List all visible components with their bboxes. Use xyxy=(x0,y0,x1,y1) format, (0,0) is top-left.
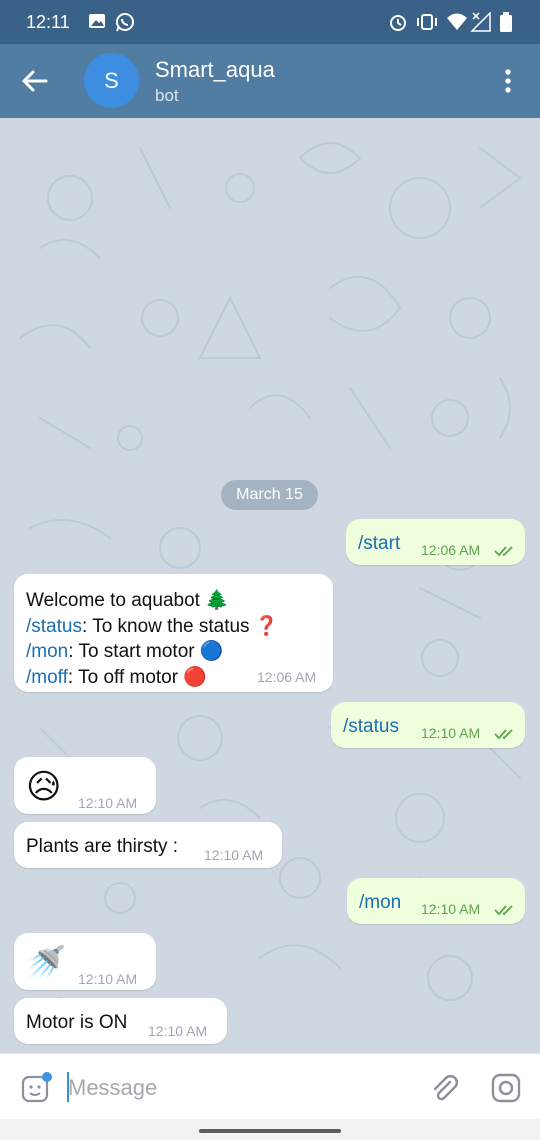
message-line: /status: To know the status ❓ xyxy=(26,614,279,640)
outgoing-message[interactable]: /status 12:10 AM xyxy=(331,702,525,748)
message-text: Plants are thirsty : xyxy=(26,836,179,857)
message-composer xyxy=(0,1053,540,1119)
command-link[interactable]: /status xyxy=(343,716,399,738)
alarm-icon xyxy=(390,15,406,31)
incoming-message[interactable]: Motor is ON 12:10 AM xyxy=(14,998,227,1044)
message-time: 12:06 AM xyxy=(421,542,481,558)
shower-emoji: 🚿 xyxy=(26,943,66,981)
battery-icon xyxy=(500,12,512,32)
incoming-message[interactable]: Plants are thirsty : 12:10 AM xyxy=(14,822,282,868)
message-time: 12:06 AM xyxy=(257,669,317,685)
whatsapp-notification-icon xyxy=(116,13,134,32)
chat-subtitle: bot xyxy=(155,86,179,105)
chat-area[interactable]: March 15 /start 12:06 AM Welcome to aqua… xyxy=(0,118,540,1053)
chat-title[interactable]: Smart_aqua xyxy=(155,57,275,83)
back-arrow-icon[interactable] xyxy=(20,68,50,94)
command-link[interactable]: /status xyxy=(26,616,82,637)
home-gesture-handle[interactable] xyxy=(199,1129,341,1133)
line-text: Welcome to aquabot xyxy=(26,590,200,611)
signal-icon xyxy=(470,12,491,32)
gallery-notification-icon xyxy=(89,14,105,28)
command-link[interactable]: /start xyxy=(358,533,400,555)
read-check-icon xyxy=(494,905,513,916)
status-time: 12:11 xyxy=(26,12,70,32)
date-separator: March 15 xyxy=(221,480,318,510)
incoming-message[interactable]: 🚿 12:10 AM xyxy=(14,933,156,990)
incoming-message[interactable]: 😥 12:10 AM xyxy=(14,757,156,814)
sad-face-emoji: 😥 xyxy=(26,767,62,807)
incoming-message[interactable]: Welcome to aquabot 🌲 /status: To know th… xyxy=(14,574,333,692)
command-link[interactable]: /mon xyxy=(359,892,401,914)
message-time: 12:10 AM xyxy=(421,901,481,917)
line-text: : To know the status xyxy=(81,615,250,637)
outgoing-message[interactable]: /start 12:06 AM xyxy=(346,519,525,565)
message-line: /moff: To off motor 🔴 xyxy=(26,665,279,691)
system-navigation-bar xyxy=(0,1119,540,1140)
message-line: Welcome to aquabot 🌲 xyxy=(26,588,279,614)
command-link[interactable]: /mon xyxy=(26,641,68,662)
more-options-icon[interactable] xyxy=(496,68,520,94)
red-circle-emoji: 🔴 xyxy=(183,665,208,688)
vibrate-icon xyxy=(417,14,437,30)
blue-circle-emoji: 🔵 xyxy=(199,640,224,662)
camera-icon[interactable] xyxy=(490,1072,522,1104)
sticker-emoji-icon[interactable] xyxy=(20,1072,52,1104)
message-line: /mon: To start motor 🔵 xyxy=(26,639,279,665)
message-input[interactable] xyxy=(68,1070,398,1106)
message-time: 12:10 AM xyxy=(204,847,264,863)
status-bar: 12:11 xyxy=(0,0,540,44)
question-emoji: ❓ xyxy=(254,614,279,637)
message-time: 12:10 AM xyxy=(78,795,138,811)
message-time: 12:10 AM xyxy=(78,971,138,987)
line-text: : To start motor xyxy=(68,641,195,662)
tree-emoji: 🌲 xyxy=(205,589,229,611)
avatar[interactable]: S xyxy=(84,53,139,108)
read-check-icon xyxy=(494,546,513,557)
read-check-icon xyxy=(494,729,513,740)
message-time: 12:10 AM xyxy=(421,725,481,741)
line-text: : To off motor xyxy=(67,666,179,688)
outgoing-message[interactable]: /mon 12:10 AM xyxy=(347,878,525,924)
attach-paperclip-icon[interactable] xyxy=(428,1072,460,1104)
command-link[interactable]: /moff xyxy=(26,667,68,688)
message-time: 12:10 AM xyxy=(148,1023,208,1039)
chat-header: S Smart_aqua bot xyxy=(0,44,540,118)
wifi-icon xyxy=(447,13,467,30)
message-text: Motor is ON xyxy=(26,1012,128,1033)
